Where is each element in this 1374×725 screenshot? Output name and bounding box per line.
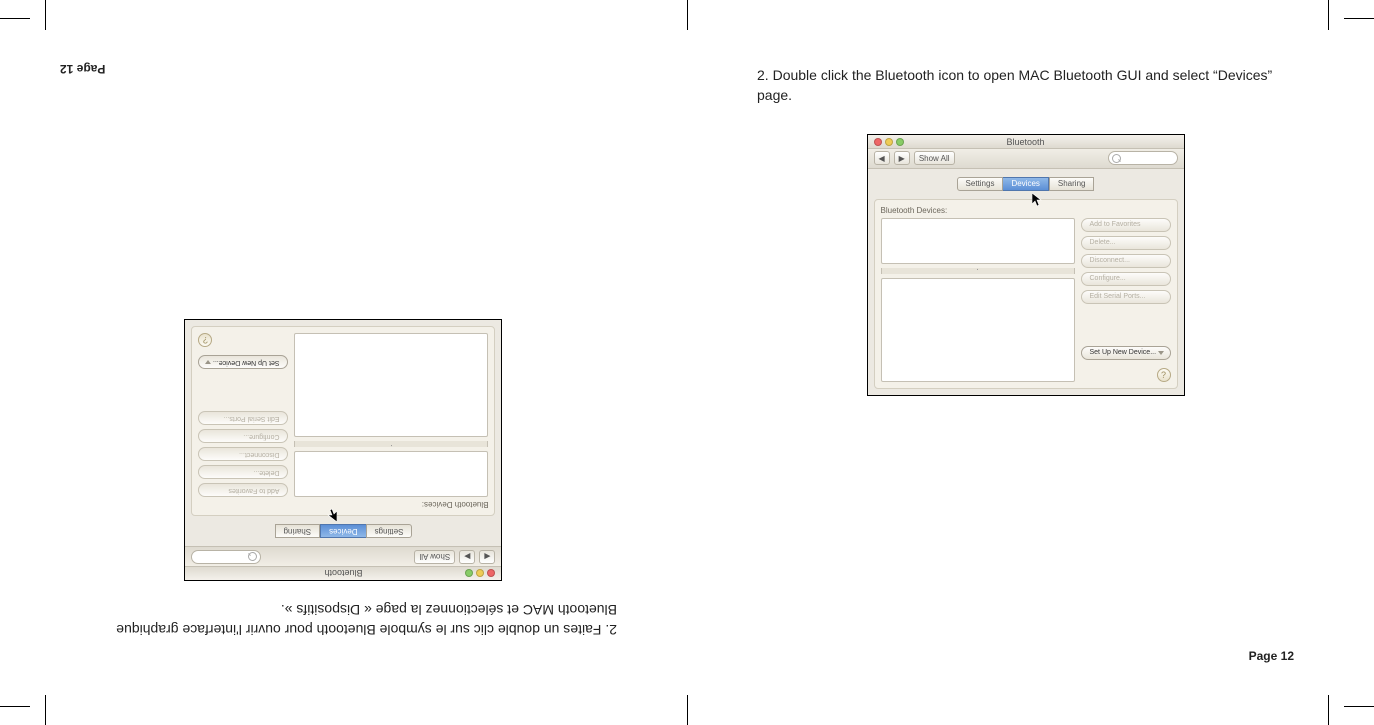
window-toolbar: ◀ ▶ Show All [186,546,502,566]
devices-label: Bluetooth Devices: [199,500,489,509]
devices-listbox-upper[interactable] [881,218,1075,264]
search-input[interactable] [192,550,262,564]
page-number: Page 12 [1249,649,1294,663]
help-button[interactable]: ? [199,333,213,347]
zoom-icon[interactable] [896,138,904,146]
tab-settings-label: Settings [375,527,404,536]
devices-listbox-lower[interactable] [881,278,1075,382]
btn-label: Configure... [1090,275,1126,282]
segment-tabs: Settings Devices Sharing [192,524,496,538]
close-icon[interactable] [488,569,496,577]
cursor-icon [1032,193,1042,207]
tab-sharing[interactable]: Sharing [275,524,321,538]
devices-right-column: Add to Favorites Delete... Disconnect...… [199,333,289,497]
btn-label: Disconnect... [1090,257,1130,264]
step-number: 2. [605,622,617,638]
search-input[interactable] [1108,151,1178,165]
step-body: Double click the Bluetooth icon to open … [757,67,1272,103]
help-button[interactable]: ? [1157,368,1171,382]
window-title: Bluetooth [1006,137,1044,147]
zoom-icon[interactable] [466,569,474,577]
delete-button[interactable]: Delete... [1081,236,1171,250]
back-button[interactable]: ◀ [479,550,495,564]
bluetooth-window: Bluetooth ◀ ▶ Show All Settings Devices … [185,319,503,581]
btn-label: Edit Serial Ports... [1090,293,1146,300]
window-controls[interactable] [874,138,904,146]
devices-right-column: Add to Favorites Delete... Disconnect...… [1081,218,1171,382]
right-page: 2. Double click the Bluetooth icon to op… [687,0,1374,725]
tab-sharing-label: Sharing [284,527,312,536]
btn-label: Delete... [253,469,279,476]
devices-panel: Bluetooth Devices: Add to Favorites Dele… [192,326,496,516]
page-number: Page 12 [60,62,105,76]
panel-body: Settings Devices Sharing Bluetooth Devic… [186,320,502,546]
show-all-button[interactable]: Show All [914,151,955,165]
edit-serial-ports-button[interactable]: Edit Serial Ports... [1081,290,1171,304]
add-to-favorites-button[interactable]: Add to Favorites [199,483,289,497]
left-page: Page 12 2. Faites un double clic sur le … [0,0,687,725]
devices-left-column [881,218,1075,382]
btn-label: Configure... [243,433,279,440]
splitter[interactable] [295,441,489,447]
devices-label: Bluetooth Devices: [881,206,1171,215]
show-all-label: Show All [919,154,950,163]
setup-new-device-button[interactable]: Set Up New Device... [1081,346,1171,360]
splitter[interactable] [881,268,1075,274]
window-toolbar: ◀ ▶ Show All [868,149,1184,169]
step-number: 2. [757,67,769,83]
tab-devices[interactable]: Devices [1003,177,1048,191]
forward-button[interactable]: ▶ [459,550,475,564]
delete-button[interactable]: Delete... [199,465,289,479]
devices-listbox-upper[interactable] [295,451,489,497]
disconnect-button[interactable]: Disconnect... [1081,254,1171,268]
add-to-favorites-button[interactable]: Add to Favorites [1081,218,1171,232]
minimize-icon[interactable] [477,569,485,577]
window-titlebar: Bluetooth [868,135,1184,149]
btn-label: Disconnect... [239,451,279,458]
disconnect-button[interactable]: Disconnect... [199,447,289,461]
cursor-icon [328,508,338,522]
devices-panel: Bluetooth Devices: Add to Favorites Dele… [874,199,1178,389]
btn-label: Set Up New Device... [1090,349,1157,356]
forward-button[interactable]: ▶ [894,151,910,165]
segment-tabs: Settings Devices Sharing [874,177,1178,191]
configure-button[interactable]: Configure... [199,429,289,443]
panel-body: Settings Devices Sharing Bluetooth Devic… [868,169,1184,395]
window-controls[interactable] [466,569,496,577]
btn-label: Delete... [1090,239,1116,246]
help-label: ? [203,335,208,345]
btn-label: Edit Serial Ports... [223,415,279,422]
tab-sharing-label: Sharing [1058,179,1086,188]
tab-sharing[interactable]: Sharing [1049,177,1095,191]
help-label: ? [1161,370,1166,380]
tab-settings[interactable]: Settings [957,177,1004,191]
page-spread: Page 12 2. Faites un double clic sur le … [0,0,1374,725]
instruction-text-en: 2. Double click the Bluetooth icon to op… [757,65,1294,106]
tab-devices-label: Devices [1011,179,1039,188]
devices-left-column [295,333,489,497]
show-all-label: Show All [420,552,451,561]
devices-listbox-lower[interactable] [295,333,489,437]
close-icon[interactable] [874,138,882,146]
step-body: Faites un double clic sur le symbole Blu… [116,602,617,638]
configure-button[interactable]: Configure... [1081,272,1171,286]
tab-devices-label: Devices [329,527,357,536]
btn-label: Add to Favorites [229,487,280,494]
btn-label: Add to Favorites [1090,221,1141,228]
show-all-button[interactable]: Show All [415,550,456,564]
window-titlebar: Bluetooth [186,566,502,580]
bluetooth-window: Bluetooth ◀ ▶ Show All Settings Devices … [867,134,1185,396]
window-title: Bluetooth [324,568,362,578]
minimize-icon[interactable] [885,138,893,146]
tab-devices[interactable]: Devices [320,524,365,538]
back-button[interactable]: ◀ [874,151,890,165]
btn-label: Set Up New Device... [213,359,280,366]
tab-settings[interactable]: Settings [366,524,413,538]
edit-serial-ports-button[interactable]: Edit Serial Ports... [199,411,289,425]
instruction-text-fr: 2. Faites un double clic sur le symbole … [70,599,617,640]
setup-new-device-button[interactable]: Set Up New Device... [199,355,289,369]
tab-settings-label: Settings [966,179,995,188]
